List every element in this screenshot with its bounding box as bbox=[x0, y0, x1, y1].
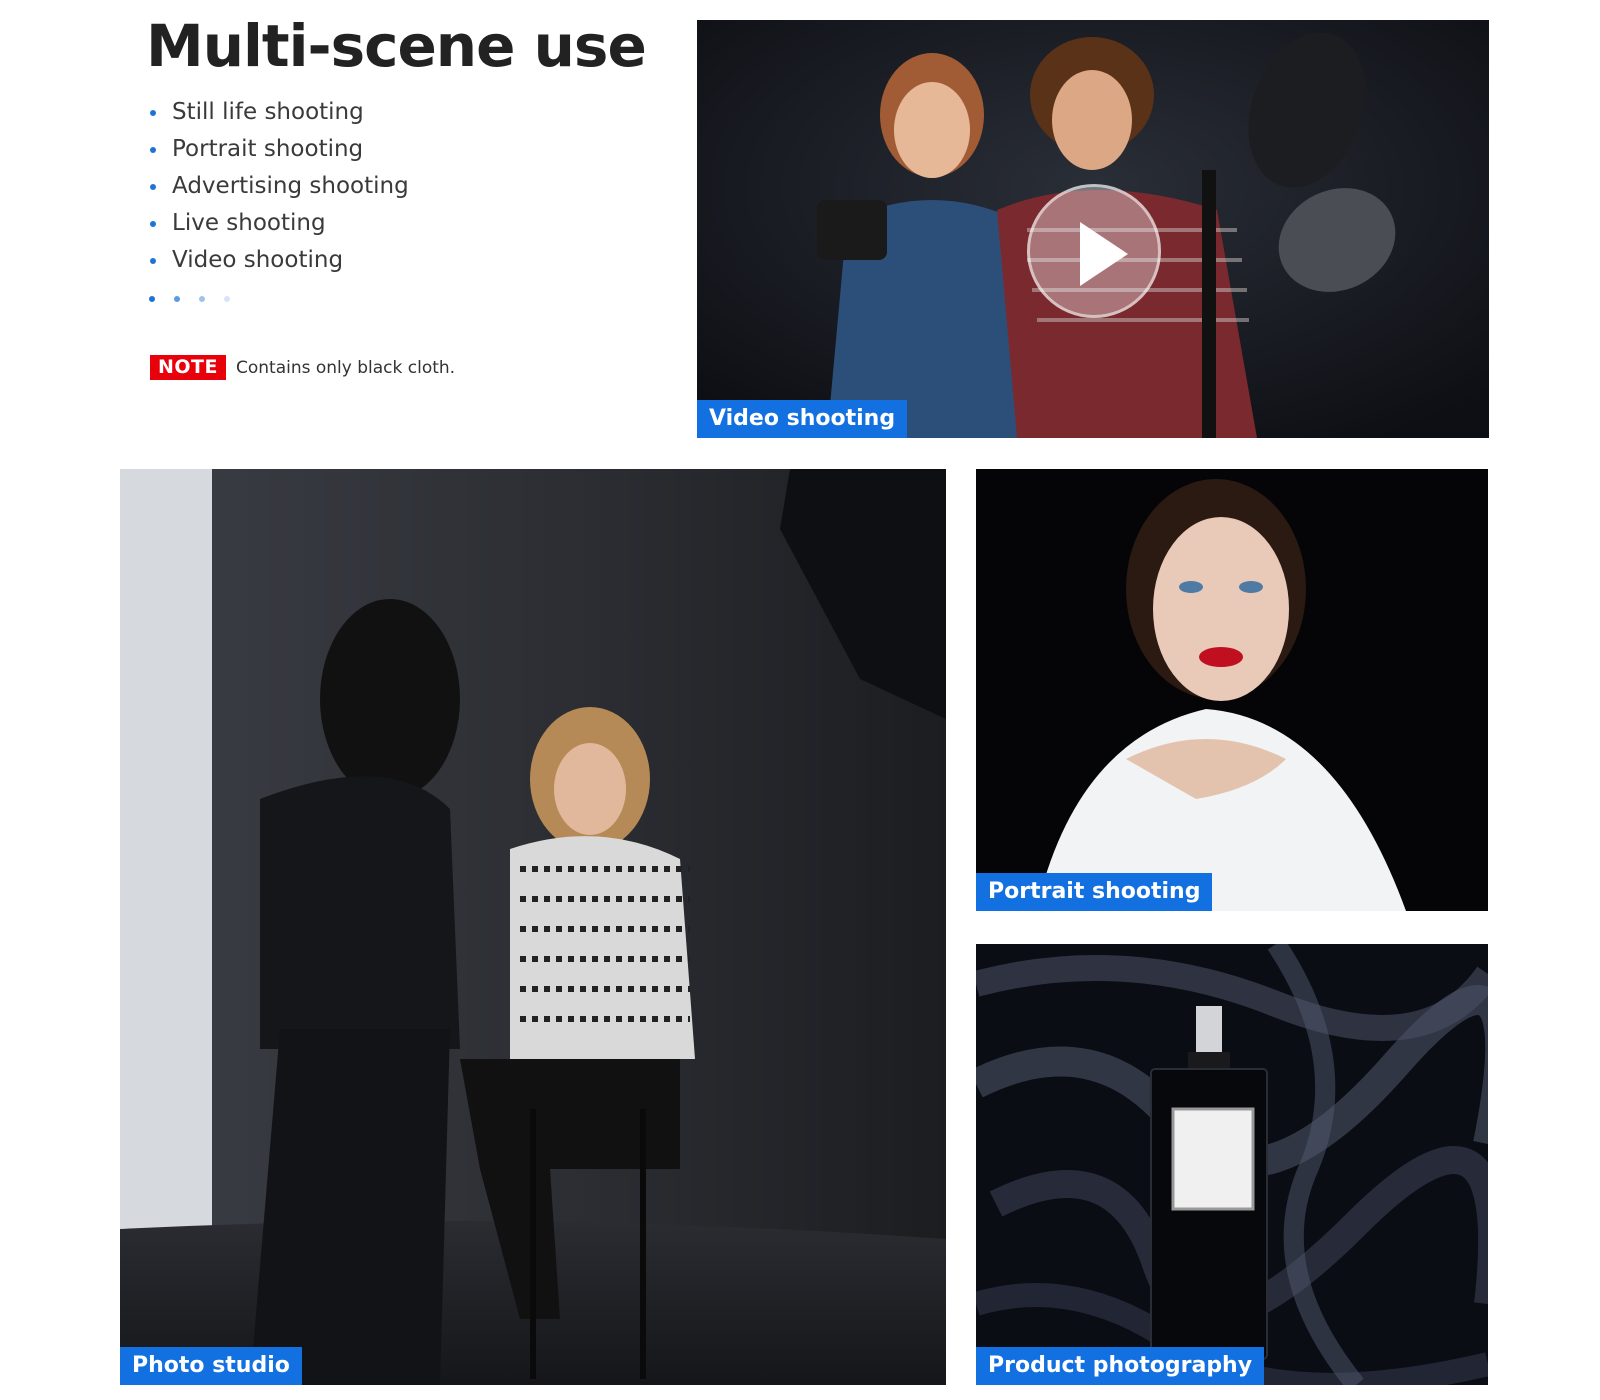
note-text: Contains only black cloth. bbox=[236, 357, 456, 378]
bullet-icon bbox=[150, 110, 156, 116]
pager-dot[interactable] bbox=[174, 296, 180, 302]
video-shooting-photo: Video shooting bbox=[697, 20, 1489, 438]
pager-dot[interactable] bbox=[224, 296, 230, 302]
list-item: Still life shooting bbox=[150, 94, 409, 131]
product-scene-image bbox=[976, 944, 1488, 1385]
photo-caption: Video shooting bbox=[697, 400, 908, 438]
portrait-shooting-photo: Portrait shooting bbox=[976, 469, 1488, 911]
scene-list: Still life shooting Portrait shooting Ad… bbox=[150, 94, 409, 279]
bullet-icon bbox=[150, 258, 156, 264]
note: NOTE Contains only black cloth. bbox=[150, 355, 455, 380]
photo-studio-photo: Photo studio bbox=[120, 469, 946, 1385]
studio-scene-image bbox=[120, 469, 946, 1385]
pager-dot[interactable] bbox=[149, 296, 155, 302]
bullet-icon bbox=[150, 184, 156, 190]
photo-caption: Portrait shooting bbox=[976, 873, 1213, 911]
photo-caption: Photo studio bbox=[120, 1347, 302, 1385]
list-item: Live shooting bbox=[150, 205, 409, 242]
page-title: Multi-scene use bbox=[146, 12, 647, 80]
list-item: Portrait shooting bbox=[150, 131, 409, 168]
play-icon[interactable] bbox=[1027, 184, 1161, 318]
note-badge: NOTE bbox=[150, 355, 226, 380]
pager-dot[interactable] bbox=[199, 296, 205, 302]
list-item-label: Video shooting bbox=[172, 247, 344, 273]
portrait-scene-image bbox=[976, 469, 1488, 911]
list-item-label: Portrait shooting bbox=[172, 136, 364, 162]
photo-caption: Product photography bbox=[976, 1347, 1265, 1385]
product-photography-photo: Product photography bbox=[976, 944, 1488, 1385]
list-item-label: Still life shooting bbox=[172, 99, 364, 125]
list-item: Advertising shooting bbox=[150, 168, 409, 205]
carousel-pager bbox=[149, 296, 230, 302]
bullet-icon bbox=[150, 147, 156, 153]
list-item: Video shooting bbox=[150, 242, 409, 279]
list-item-label: Live shooting bbox=[172, 210, 326, 236]
bullet-icon bbox=[150, 221, 156, 227]
list-item-label: Advertising shooting bbox=[172, 173, 409, 199]
